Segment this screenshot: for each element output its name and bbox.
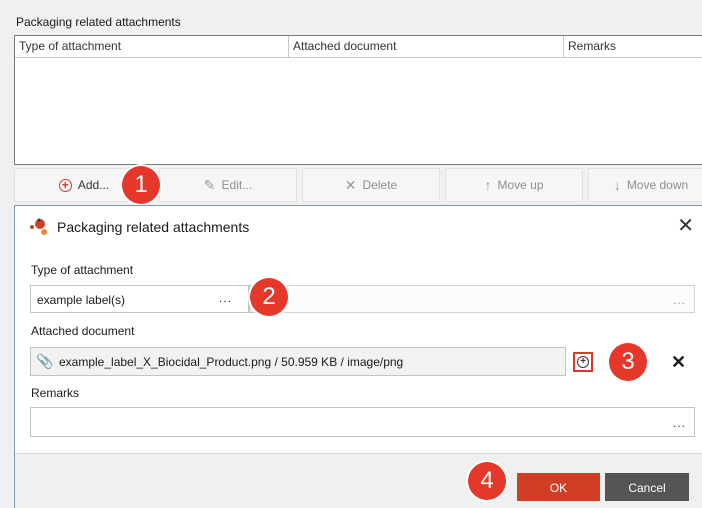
- attached-document-value: example_label_X_Biocidal_Product.png / 5…: [59, 355, 404, 369]
- edit-button[interactable]: ✎ Edit...: [159, 168, 297, 202]
- annotation-badge-2: 2: [250, 278, 288, 316]
- delete-button-label: Delete: [362, 178, 398, 192]
- delete-button[interactable]: ✕ Delete: [302, 168, 440, 202]
- move-down-button[interactable]: ↓ Move down: [588, 168, 702, 202]
- type-of-attachment-more[interactable]: ...: [219, 291, 232, 305]
- dialog-title: Packaging related attachments: [57, 219, 250, 235]
- move-up-button[interactable]: ↑ Move up: [445, 168, 583, 202]
- x-icon: ✕: [344, 176, 357, 193]
- attachment-dialog: Packaging related attachments ✕ Type of …: [14, 205, 702, 508]
- plus-circle-icon: +: [577, 356, 589, 368]
- app-root: Packaging related attachments Type of at…: [0, 0, 702, 508]
- arrow-down-icon: ↓: [613, 177, 621, 193]
- type-of-attachment-value: example label(s): [37, 293, 126, 307]
- move-up-button-label: Move up: [497, 178, 544, 192]
- dialog-footer: OK Cancel: [15, 453, 702, 508]
- plus-circle-icon: +: [58, 178, 72, 192]
- attached-document-label: Attached document: [31, 324, 135, 338]
- attached-document-field: 📎 example_label_X_Biocidal_Product.png /…: [30, 347, 566, 376]
- type-row-ellipsis[interactable]: ...: [673, 293, 686, 307]
- move-down-button-label: Move down: [626, 178, 689, 192]
- remarks-ellipsis[interactable]: ...: [673, 416, 686, 430]
- table-header: Type of attachment Attached document Rem…: [15, 36, 702, 58]
- type-of-attachment-select[interactable]: example label(s) ...: [30, 285, 249, 313]
- close-icon[interactable]: ✕: [677, 214, 694, 238]
- pencil-icon: ✎: [203, 176, 216, 193]
- table-toolbar: + Add... ✎ Edit... ✕ Delete ↑ Move up ↓ …: [14, 168, 702, 204]
- remove-document-icon[interactable]: ✕: [671, 352, 686, 373]
- remarks-field[interactable]: ...: [30, 407, 695, 437]
- column-header-remarks[interactable]: Remarks: [564, 36, 702, 58]
- edit-button-label: Edit...: [221, 178, 253, 192]
- column-header-document[interactable]: Attached document: [289, 36, 564, 58]
- annotation-badge-1: 1: [122, 166, 160, 204]
- add-button-label: Add...: [77, 178, 110, 192]
- ok-button[interactable]: OK: [517, 473, 600, 501]
- dialog-titlebar: Packaging related attachments ✕: [15, 206, 702, 248]
- panel-title: Packaging related attachments: [16, 15, 181, 29]
- annotation-badge-4: 4: [468, 462, 506, 500]
- column-header-type[interactable]: Type of attachment: [15, 36, 289, 58]
- arrow-up-icon: ↑: [484, 177, 492, 193]
- annotation-badge-3: 3: [609, 343, 647, 381]
- attachments-table[interactable]: Type of attachment Attached document Rem…: [14, 35, 702, 165]
- add-document-button[interactable]: +: [573, 352, 593, 372]
- remarks-label: Remarks: [31, 386, 80, 400]
- type-of-attachment-label: Type of attachment: [31, 263, 134, 277]
- cancel-button[interactable]: Cancel: [605, 473, 689, 501]
- paperclip-icon: 📎: [36, 353, 54, 369]
- app-logo-icon: [30, 218, 47, 235]
